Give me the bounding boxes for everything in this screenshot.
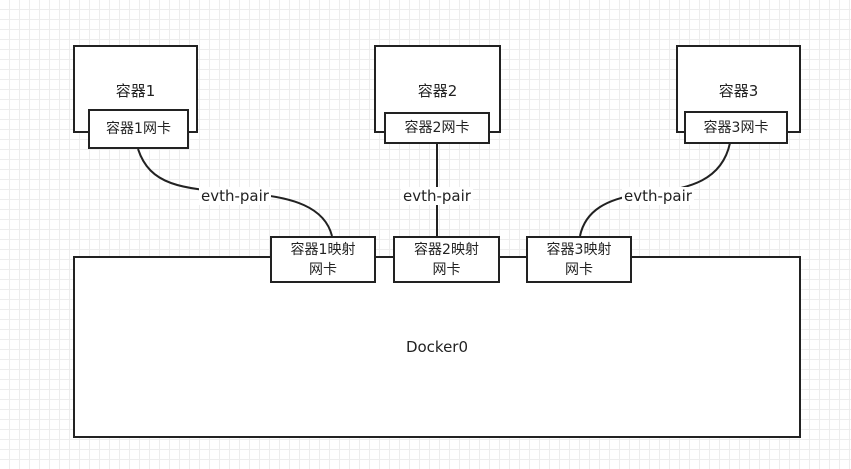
edge-label-1: evth-pair (199, 187, 271, 205)
edge-label-3: evth-pair (622, 187, 694, 205)
container-1-label: 容器1 (115, 82, 156, 100)
mapped-nic-2-line1: 容器2映射 (414, 241, 479, 258)
mapped-nic-2: 容器2映射 网卡 (393, 236, 500, 283)
container-1-nic-label: 容器1网卡 (106, 121, 171, 137)
mapped-nic-1: 容器1映射 网卡 (270, 236, 376, 283)
container-3-nic-label: 容器3网卡 (703, 119, 769, 136)
mapped-nic-1-line2: 网卡 (309, 261, 337, 278)
container-2-nic-label: 容器2网卡 (404, 120, 470, 136)
mapped-nic-3-line2: 网卡 (565, 261, 593, 278)
mapped-nic-3: 容器3映射 网卡 (526, 236, 632, 283)
container-2-label: 容器2 (417, 82, 458, 100)
container-3-label: 容器3 (718, 82, 759, 100)
mapped-nic-1-line1: 容器1映射 (290, 241, 356, 258)
container-1-nic: 容器1网卡 (88, 109, 189, 149)
container-2-nic: 容器2网卡 (384, 112, 490, 144)
mapped-nic-3-line1: 容器3映射 (546, 241, 612, 258)
mapped-nic-2-line2: 网卡 (432, 261, 461, 278)
edge-label-2: evth-pair (401, 187, 473, 205)
container-3-nic: 容器3网卡 (684, 111, 788, 144)
docker0-label: Docker0 (405, 338, 469, 356)
